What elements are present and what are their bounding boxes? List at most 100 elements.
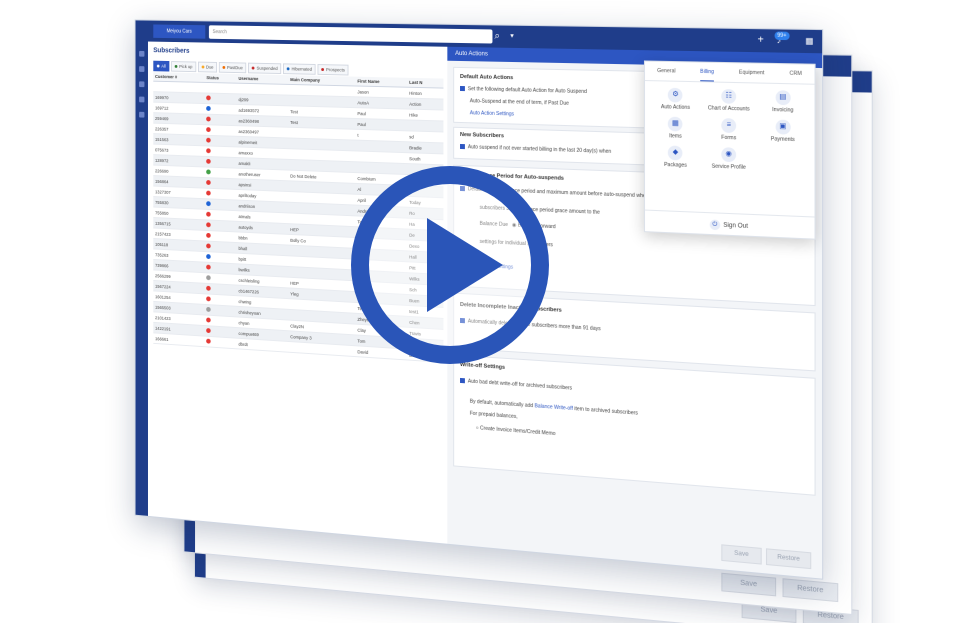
- menu-item[interactable]: ▦ Items: [649, 116, 702, 140]
- menu-item[interactable]: ≡ Forms: [702, 118, 756, 142]
- search-input[interactable]: Search: [208, 25, 493, 44]
- status-person-icon: [206, 285, 211, 291]
- default-line2: Auto-Suspend at the end of term, if Past…: [469, 98, 569, 107]
- auto-action-settings-link[interactable]: Auto Action Settings: [470, 110, 514, 117]
- status-person-icon: [206, 296, 211, 302]
- status-cell: [204, 82, 237, 94]
- new-checkbox[interactable]: [460, 144, 465, 150]
- status-dot-icon: [222, 65, 226, 69]
- search-icon[interactable]: ⌕: [494, 29, 500, 43]
- menu-item[interactable]: ▣ Payments: [756, 119, 811, 144]
- menu-item-label: Payments: [770, 136, 795, 144]
- filter-chip-label: All: [161, 63, 166, 69]
- status-person-icon: [206, 328, 211, 334]
- status-person-icon: [206, 232, 211, 238]
- default-line1: Set the following default Auto Action fo…: [467, 86, 587, 96]
- sign-out-button[interactable]: ⏻ Sign Out: [645, 209, 815, 235]
- delete-days-input[interactable]: 91: [583, 325, 589, 331]
- status-person-icon: [206, 180, 211, 186]
- filter-chip[interactable]: Due: [197, 61, 218, 73]
- filter-chip-label: Hibernated: [291, 66, 312, 72]
- menu-item[interactable]: ⚙ Auto Actions: [649, 87, 702, 111]
- status-dot-icon: [286, 67, 290, 71]
- rail-user-icon[interactable]: [139, 66, 145, 72]
- status-dot-icon: [156, 64, 160, 68]
- menu-item[interactable]: ◉ Service Profile: [702, 147, 756, 172]
- rail-chart-icon[interactable]: [139, 111, 145, 118]
- default-heading: Default Auto Actions: [460, 73, 514, 82]
- rail-menu-icon[interactable]: [139, 50, 145, 57]
- write-off-line2b: item to archived subscribers: [574, 406, 638, 417]
- filter-chip[interactable]: Hibernated: [283, 63, 316, 75]
- status-cell: [204, 336, 237, 349]
- filter-chip[interactable]: PastDue: [218, 62, 247, 74]
- save-button[interactable]: Save: [721, 544, 762, 565]
- grace-line2c: grace amount to the: [554, 207, 600, 216]
- default-checkbox[interactable]: [460, 86, 465, 92]
- radio-icon[interactable]: ○: [476, 425, 479, 431]
- table-cell: Hinton: [407, 87, 444, 100]
- write-off-line2a: By default, automatically add: [469, 398, 534, 410]
- rail-list-icon[interactable]: [139, 81, 145, 88]
- status-person-icon: [206, 137, 211, 143]
- menu-item[interactable]: ▤ Invoicing: [756, 90, 811, 114]
- menu-item-label: Chart of Accounts: [707, 105, 750, 113]
- filter-chip-label: Suspended: [256, 65, 278, 72]
- table-cell: dbrdt: [236, 338, 289, 353]
- write-off-line3: For prepaid balances,: [469, 410, 518, 421]
- status-person-icon: [206, 169, 211, 175]
- notification-badge: 99+: [774, 31, 790, 41]
- background-save-button: Save: [721, 572, 777, 597]
- invoice-icon: ▤: [775, 90, 791, 106]
- left-rail: [135, 41, 148, 516]
- status-person-icon: [206, 264, 211, 270]
- filter-chip[interactable]: Suspended: [248, 62, 282, 75]
- status-dot-icon: [201, 65, 205, 69]
- apps-grid-icon[interactable]: ▦: [805, 34, 813, 49]
- filter-chip-label: Prospects: [326, 67, 345, 73]
- rail-gear-icon[interactable]: [139, 96, 145, 103]
- write-off-line1: Auto bad debt write-off for archived sub…: [467, 378, 573, 392]
- menu-tab[interactable]: CRM: [790, 71, 802, 84]
- filter-chip-label: Due: [205, 64, 214, 70]
- balance-write-off-link[interactable]: Balance Write-off: [535, 403, 573, 412]
- menu-item-label: Invoicing: [772, 106, 794, 114]
- brand-tab[interactable]: Meiyou Cars: [153, 24, 206, 39]
- filter-chip[interactable]: All: [153, 60, 170, 72]
- filter-chip[interactable]: Prospects: [317, 64, 349, 76]
- write-off-checkbox[interactable]: [460, 378, 465, 384]
- scene: Save Restore Save Restore Meiyou Cars Se…: [0, 0, 980, 623]
- forms-icon: ≡: [721, 118, 737, 134]
- create-invoice-option[interactable]: Create Invoice Items/Credit Memo: [480, 425, 555, 437]
- filter-chip-label: Pick up: [179, 64, 193, 70]
- power-icon: ⏻: [709, 219, 721, 231]
- new-suffix: day(s) when: [583, 147, 612, 155]
- background-restore-button: Restore: [782, 578, 839, 603]
- status-dot-icon: [174, 64, 178, 68]
- status-person-icon: [206, 116, 211, 122]
- accounts-icon: ☷: [721, 88, 737, 104]
- filter-chip[interactable]: Pick up: [171, 61, 197, 73]
- menu-item[interactable]: ◆ Packages: [649, 145, 702, 169]
- status-person-icon: [206, 254, 211, 260]
- status-person-icon: [206, 201, 211, 207]
- restore-button[interactable]: Restore: [765, 548, 812, 570]
- new-days-input[interactable]: 20: [576, 148, 582, 154]
- menu-tab[interactable]: Billing: [700, 68, 715, 82]
- play-video-button[interactable]: [345, 160, 555, 370]
- gear-icon: ⚙: [668, 87, 683, 103]
- filter-chip-label: PastDue: [227, 65, 243, 71]
- menu-tab[interactable]: Equipment: [739, 70, 764, 83]
- status-person-icon: [206, 158, 211, 164]
- new-line: Auto suspend if not ever started billing…: [467, 144, 576, 154]
- menu-item-label: Packages: [664, 161, 687, 169]
- status-person-icon: [206, 275, 211, 281]
- menu-tab[interactable]: General: [657, 68, 676, 81]
- status-dot-icon: [251, 66, 255, 70]
- filter-icon[interactable]: ▾: [510, 30, 513, 44]
- add-icon[interactable]: +: [758, 33, 764, 48]
- status-person-icon: [206, 222, 211, 228]
- delete-suffix: days: [589, 325, 601, 333]
- menu-item[interactable]: ☷ Chart of Accounts: [702, 88, 756, 113]
- table-cell: 166661: [153, 332, 205, 347]
